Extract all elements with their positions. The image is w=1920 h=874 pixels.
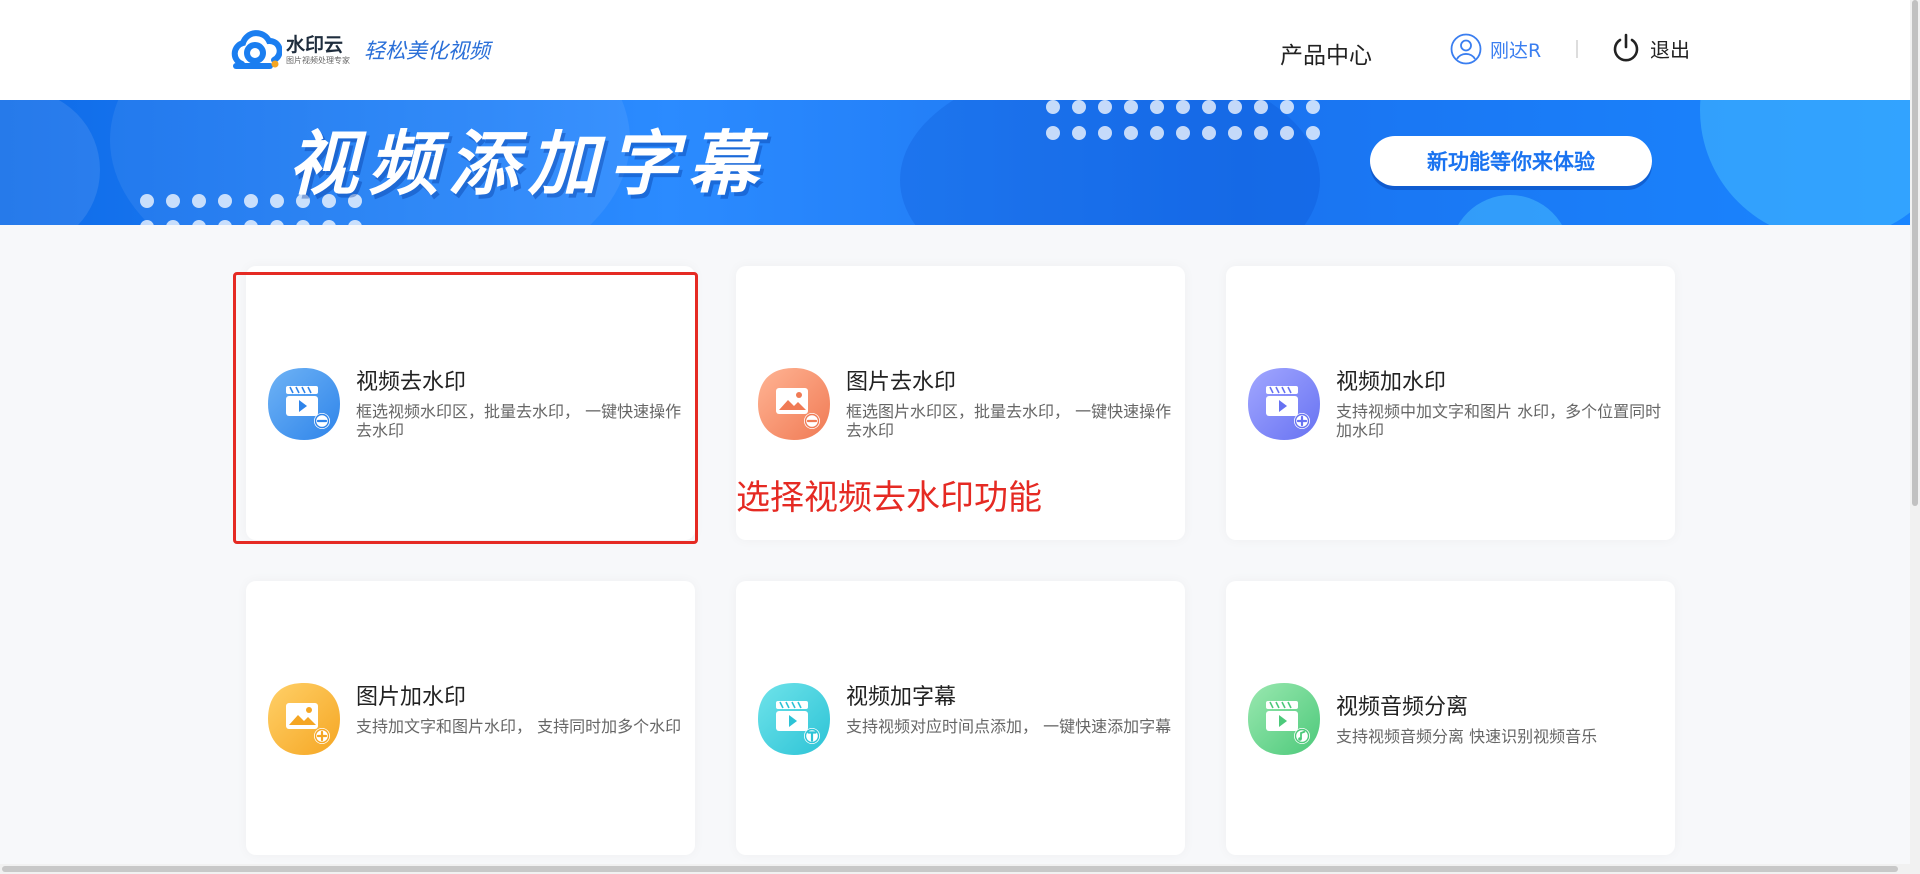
- feature-card[interactable]: 图片加水印支持加文字和图片水印， 支持同时加多个水印: [246, 581, 695, 855]
- nav-product-center[interactable]: 产品中心: [1280, 36, 1372, 70]
- banner-decoration: [1700, 100, 1910, 225]
- banner-title: 视频添加字幕: [288, 123, 768, 205]
- feature-card-title: 视频音频分离: [1336, 695, 1469, 720]
- feature-card-title: 图片去水印: [846, 370, 957, 395]
- banner-decoration: [1450, 195, 1570, 225]
- logo-subtitle: 图片视频处理专家: [286, 56, 350, 65]
- scrollbar-thumb[interactable]: [2, 866, 1898, 872]
- video-music-icon: [1246, 681, 1322, 757]
- cloud-logo-icon: [231, 30, 282, 69]
- feature-card-title: 视频加字幕: [846, 685, 957, 710]
- logo-name: 水印云: [286, 34, 344, 56]
- feature-card-description: 框选图片水印区，批量去水印， 一键快速操作去水印: [846, 402, 1172, 440]
- user-avatar-icon: [1450, 33, 1482, 65]
- power-icon: [1613, 33, 1639, 62]
- annotation-text: 选择视频去水印功能: [736, 478, 1042, 518]
- feature-card[interactable]: 视频加字幕支持视频对应时间点添加， 一键快速添加字幕: [736, 581, 1185, 855]
- feature-card-description: 支持视频中加文字和图片 水印，多个位置同时加水印: [1336, 402, 1662, 440]
- logout-label: 退出: [1650, 37, 1690, 62]
- scrollbar-thumb[interactable]: [1912, 0, 1918, 506]
- logout-button[interactable]: 退出: [1612, 33, 1690, 63]
- logo[interactable]: 水印云 图片视频处理专家 轻松美化视频: [228, 28, 490, 72]
- video-plus-icon: [1246, 366, 1322, 442]
- horizontal-scrollbar[interactable]: [0, 864, 1910, 874]
- feature-card-description: 支持视频音频分离 快速识别视频音乐: [1336, 727, 1598, 746]
- top-header: 水印云 图片视频处理专家 轻松美化视频 产品中心 刚达R 退出: [0, 0, 1910, 100]
- feature-card-description: 支持视频对应时间点添加， 一键快速添加字幕: [846, 717, 1172, 736]
- video-text-icon: [756, 681, 832, 757]
- feature-card[interactable]: 视频音频分离支持视频音频分离 快速识别视频音乐: [1226, 581, 1675, 855]
- feature-card[interactable]: 视频加水印支持视频中加文字和图片 水印，多个位置同时加水印: [1226, 266, 1675, 540]
- user-menu[interactable]: 刚达R: [1450, 33, 1541, 65]
- nav-divider: [1576, 40, 1578, 58]
- promo-banner[interactable]: 视频添加字幕 新功能等你来体验: [0, 100, 1910, 225]
- highlight-annotation-box: [233, 272, 698, 544]
- image-minus-icon: [756, 366, 832, 442]
- logo-slogan: 轻松美化视频: [364, 39, 490, 63]
- banner-decoration: [0, 100, 100, 225]
- vertical-scrollbar[interactable]: [1910, 0, 1920, 874]
- feature-card-title: 视频加水印: [1336, 370, 1447, 395]
- feature-card-description: 支持加文字和图片水印， 支持同时加多个水印: [356, 717, 682, 736]
- banner-cta-button[interactable]: 新功能等你来体验: [1370, 136, 1652, 186]
- banner-dots: [1046, 100, 1320, 140]
- image-plus-icon: [266, 681, 342, 757]
- username: 刚达R: [1490, 39, 1542, 62]
- feature-card-title: 图片加水印: [356, 685, 467, 710]
